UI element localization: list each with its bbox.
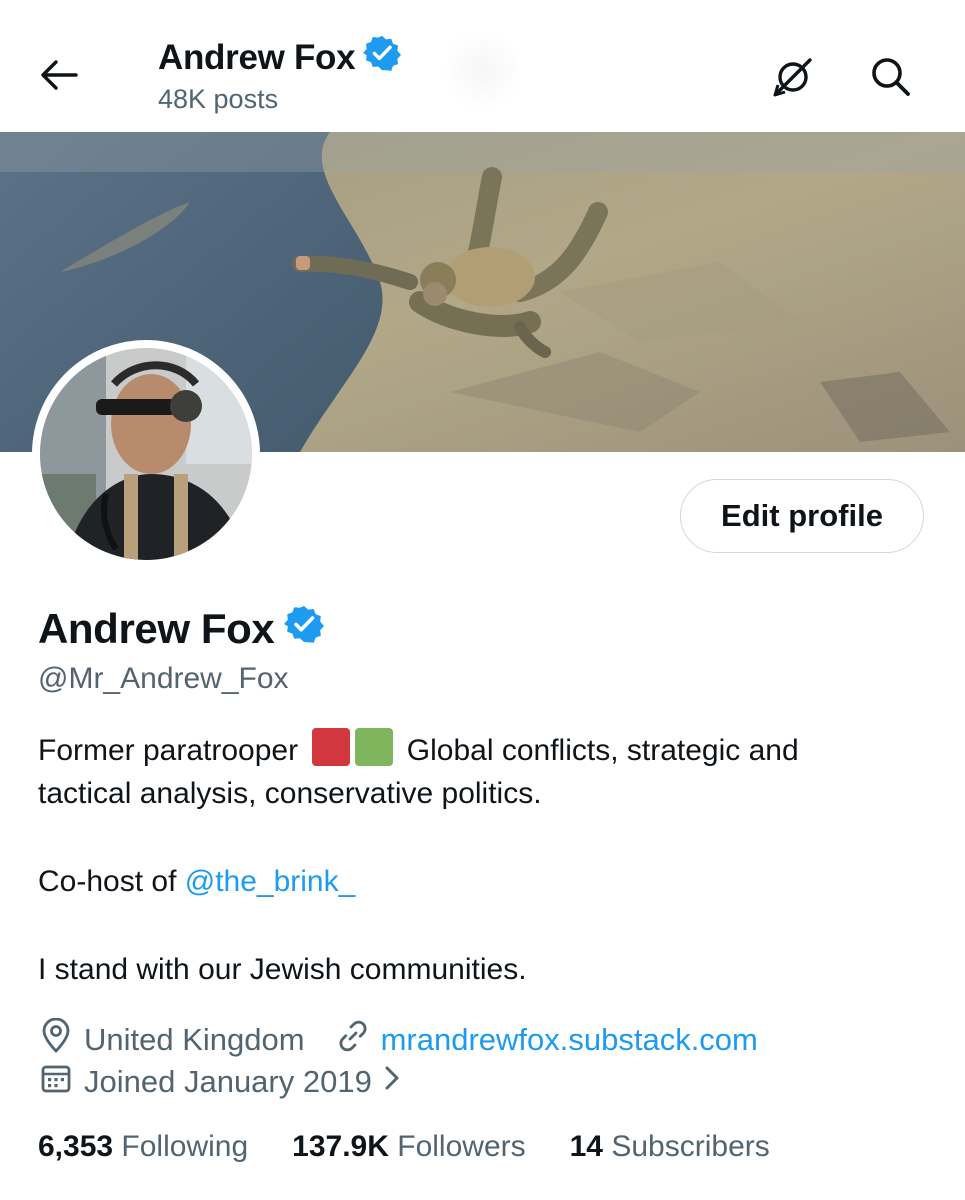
followers-label: Followers (397, 1130, 526, 1163)
following-count: 6,353 (38, 1130, 114, 1163)
subscribers-count: 14 (569, 1130, 603, 1163)
subscribers-label: Subscribers (611, 1130, 770, 1163)
following-label: Following (121, 1130, 249, 1163)
joined-row: Joined January 2019 (38, 1060, 412, 1104)
calendar-icon (38, 1060, 84, 1104)
bio-text: Former paratrooper (38, 734, 299, 767)
verified-badge-icon (284, 604, 325, 654)
profile-handle: @Mr_Andrew_Fox (38, 662, 289, 695)
location-pin-icon (38, 1017, 84, 1062)
followers-count: 137.9K (292, 1130, 389, 1163)
cohost-mention-link[interactable]: @the_brink_ (185, 865, 356, 898)
follow-stats: 6,353 Following 137.9K Followers 14 Subs… (38, 1130, 770, 1164)
bio-text: Co-host of (38, 865, 177, 898)
website-link[interactable]: mrandrewfox.substack.com (381, 1022, 758, 1058)
bio-line-2: tactical analysis, conservative politics… (38, 777, 542, 810)
search-icon[interactable] (866, 52, 916, 102)
followers-stat[interactable]: 137.9K Followers (292, 1130, 525, 1164)
subscribers-stat[interactable]: 14 Subscribers (570, 1130, 770, 1164)
avatar[interactable] (36, 344, 256, 564)
bio-text: Global conflicts, strategic and (406, 734, 799, 767)
verified-badge-icon (363, 34, 402, 81)
profile-name-row: Andrew Fox (38, 604, 325, 654)
chevron-right-icon[interactable] (382, 1063, 412, 1101)
bio-line-4: I stand with our Jewish communities. (38, 953, 527, 986)
header-title: Andrew Fox (158, 34, 402, 81)
link-icon (335, 1018, 381, 1062)
bio-line-1: Former paratrooper Global conflicts, str… (38, 728, 799, 773)
header-shadow (446, 24, 520, 116)
header-post-count: 48K posts (158, 84, 279, 114)
header-name: Andrew Fox (158, 37, 356, 77)
profile-name: Andrew Fox (38, 605, 275, 652)
bio-cohost: Co-host of @the_brink_ (38, 860, 355, 904)
profile-meta-row: United Kingdom mrandrewfox.substack.com (38, 1017, 758, 1062)
back-arrow-icon[interactable] (36, 52, 82, 98)
following-stat[interactable]: 6,353 Following (38, 1130, 248, 1164)
location-text: United Kingdom (84, 1022, 305, 1057)
green-square-emoji (355, 728, 394, 766)
red-square-emoji (312, 728, 351, 766)
edit-profile-button[interactable]: Edit profile (680, 479, 924, 553)
satellite-off-icon[interactable] (768, 52, 818, 102)
joined-text: Joined January 2019 (84, 1064, 372, 1099)
